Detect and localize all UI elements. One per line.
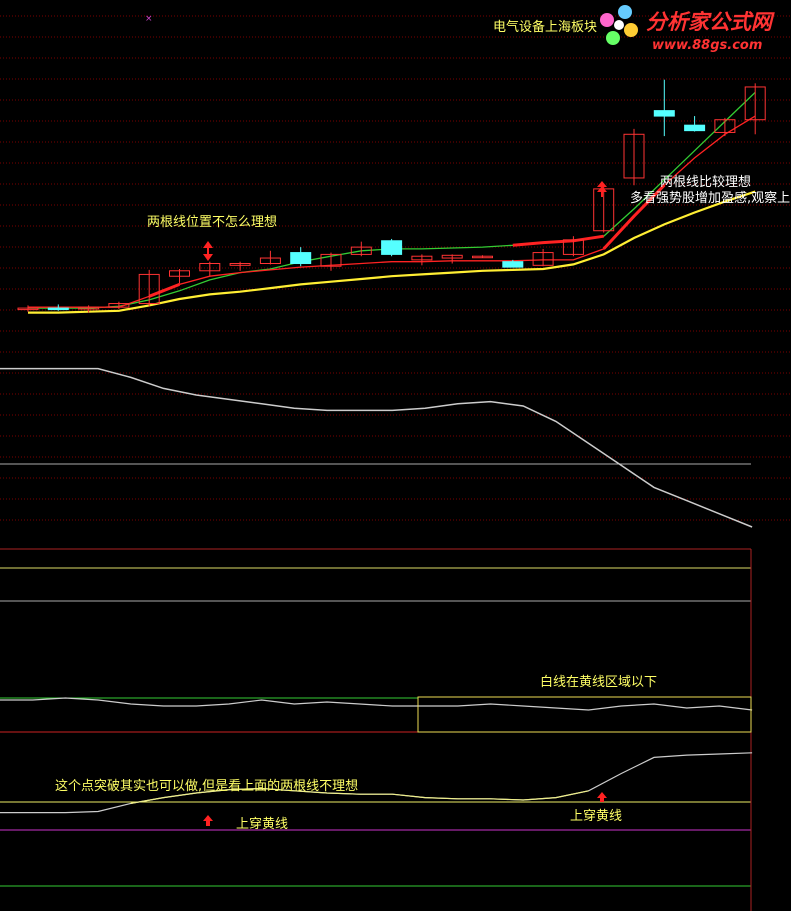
candle [684,124,706,132]
annotation-price-good-2: 多看强势股增加盈感,观察上 [630,190,790,206]
candle [653,110,675,117]
chart-canvas: 电气设备上海板块 两根线位置不怎么理想 两根线比较理想 多看强势股增加盈感,观察… [0,0,791,911]
sector-label: 电气设备上海板块 [493,19,597,35]
annotation-lower-note: 这个点突破其实也可以做,但是看上面的两根线不理想 [55,778,358,794]
candle [47,307,69,311]
marker-icon: × [145,14,153,24]
candle [290,252,312,265]
candle [381,240,403,255]
watermark-url: www.88gs.com [652,38,762,53]
watermark-title: 分析家公式网 [646,10,775,34]
candle [502,261,524,268]
annotation-price-good: 两根线比较理想 [660,174,751,190]
annotation-cross-1: 上穿黄线 [236,816,288,832]
annotation-osc-box: 白线在黄线区域以下 [540,674,657,690]
annotation-price-bad: 两根线位置不怎么理想 [147,214,277,230]
annotation-cross-2: 上穿黄线 [570,808,622,824]
